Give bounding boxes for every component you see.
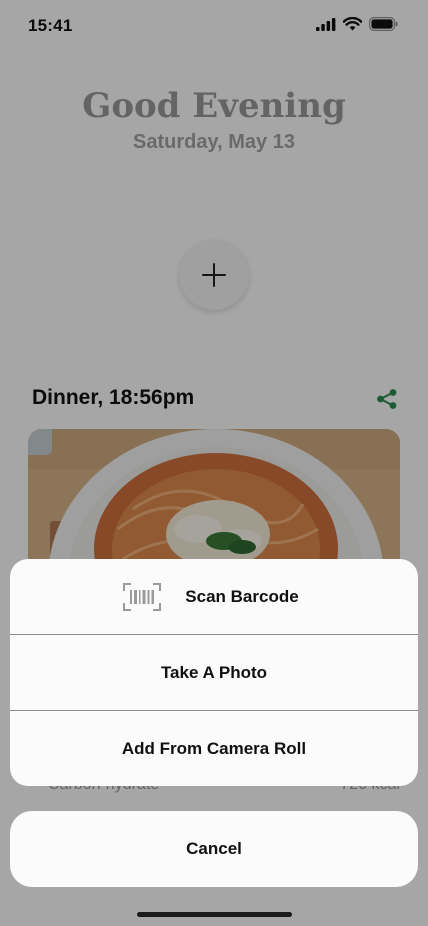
camera-roll-label: Add From Camera Roll	[121, 738, 307, 758]
scan-barcode-button[interactable]: Scan Barcode	[10, 559, 418, 634]
take-photo-label: Take A Photo	[160, 662, 268, 682]
home-indicator[interactable]	[137, 912, 292, 917]
take-photo-button[interactable]: Take A Photo	[10, 634, 418, 710]
scan-barcode-label: Scan Barcode	[185, 586, 299, 606]
cancel-label: Cancel	[186, 839, 242, 858]
camera-roll-button[interactable]: Add From Camera Roll	[10, 710, 418, 786]
action-sheet: Scan Barcode Take A Photo Add From Camer…	[10, 559, 418, 786]
cancel-button[interactable]: Cancel	[10, 811, 418, 887]
barcode-scan-icon	[123, 583, 161, 611]
modal-overlay[interactable]	[0, 0, 428, 926]
